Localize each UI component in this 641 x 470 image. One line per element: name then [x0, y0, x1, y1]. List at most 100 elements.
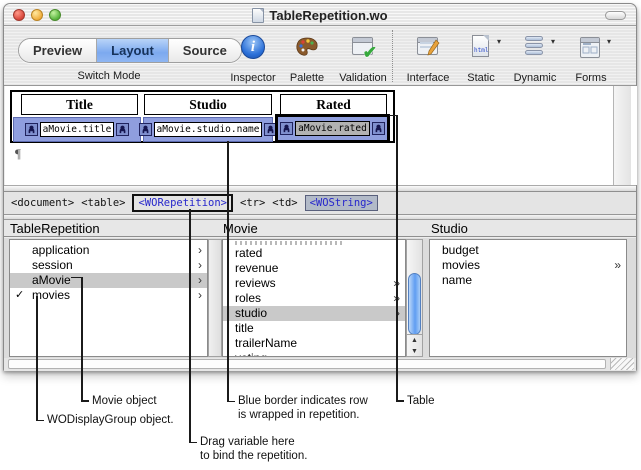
- callout-line-drag-variable: [189, 442, 197, 444]
- binding-person-icon: [139, 123, 152, 136]
- validation-button[interactable]: ✔ Validation: [333, 32, 393, 84]
- callout-label-table: Table: [407, 395, 435, 409]
- binding-person-icon: [25, 123, 38, 136]
- chevron-right-icon: ›: [198, 288, 202, 303]
- callout-line-blue-border: [227, 401, 235, 403]
- toolbar-separator: [392, 30, 393, 82]
- browser-header-band: TableRepetition Movie Studio: [4, 220, 636, 237]
- object-browser: application› session› aMovie› ✓movies› r…: [4, 238, 636, 358]
- list-item[interactable]: application›: [10, 243, 207, 258]
- list-item-selected[interactable]: studio›: [223, 306, 405, 321]
- binding-person-icon: [116, 123, 129, 136]
- palette-button[interactable]: Palette: [284, 32, 330, 84]
- chevron-right-icon: ›: [198, 243, 202, 258]
- window-title: TableRepetition.wo: [269, 8, 387, 23]
- app-window: TableRepetition.wo Preview Layout Source…: [3, 3, 637, 371]
- tab-preview[interactable]: Preview: [19, 39, 96, 62]
- html-table-element[interactable]: Title Studio Rated aMovie.title aMovie.s…: [10, 90, 395, 143]
- table-header-cell[interactable]: Studio: [144, 94, 272, 115]
- screenshot-stage: TableRepetition.wo Preview Layout Source…: [0, 0, 641, 470]
- chevron-down-icon: ▾: [551, 37, 555, 46]
- chevron-right-icon: ›: [198, 273, 202, 288]
- path-item-td[interactable]: <td>: [272, 197, 297, 209]
- layout-editor-pane[interactable]: Title Studio Rated aMovie.title aMovie.s…: [5, 86, 637, 185]
- movie-column-scrollbar[interactable]: ▲ ▼: [406, 239, 423, 357]
- dynamic-button[interactable]: ▾ Dynamic: [508, 32, 562, 84]
- switch-mode-segmented-control: Preview Layout Source: [18, 38, 242, 63]
- list-item[interactable]: rated: [223, 246, 405, 261]
- list-item[interactable]: ✓movies›: [10, 288, 207, 303]
- list-item[interactable]: trailerName: [223, 336, 405, 351]
- splitter[interactable]: [4, 185, 636, 192]
- horizontal-scrollbar-track[interactable]: [8, 359, 606, 369]
- element-path-bar: <document> <table> <WORepetition> <tr> <…: [4, 192, 636, 215]
- path-item-document[interactable]: <document>: [11, 197, 74, 209]
- checkmark-icon: ✓: [15, 288, 24, 303]
- binding-person-icon: [280, 122, 293, 135]
- callout-line-wodisplaygroup: [36, 296, 38, 421]
- forms-button[interactable]: ▾ Forms: [567, 32, 615, 84]
- switch-mode-label: Switch Mode: [18, 70, 200, 82]
- scroll-down-icon[interactable]: ▼: [407, 346, 422, 357]
- callout-label-drag-variable: Drag variable here to bind the repetitio…: [200, 436, 307, 463]
- callout-label-blue-border: Blue border indicates row is wrapped in …: [238, 395, 368, 422]
- validation-icon: ✔: [350, 34, 376, 60]
- interface-button[interactable]: Interface: [400, 32, 456, 84]
- title-bar[interactable]: TableRepetition.wo: [4, 4, 636, 26]
- callout-label-movie-object: Movie object: [92, 395, 157, 409]
- wostring-cell-rated-selected[interactable]: aMovie.rated: [275, 114, 390, 143]
- binding-value[interactable]: aMovie.rated: [295, 121, 370, 136]
- list-item[interactable]: title: [223, 321, 405, 336]
- layout-pane-scrollbar[interactable]: [613, 86, 631, 185]
- interface-icon: [415, 34, 441, 60]
- inspector-button[interactable]: i Inspector: [225, 32, 281, 84]
- browser-column-tablerepetition: application› session› aMovie› ✓movies›: [9, 239, 208, 357]
- list-item-selected[interactable]: aMovie›: [10, 273, 207, 288]
- path-item-tr[interactable]: <tr>: [240, 197, 265, 209]
- browser-column-header: Studio: [431, 221, 468, 236]
- bottom-bar: [4, 358, 636, 371]
- list-item[interactable]: budget: [430, 243, 626, 258]
- toolbar-toggle-button[interactable]: [605, 11, 626, 20]
- callout-line-movie-object: [81, 400, 89, 402]
- callout-line-movie-object: [81, 277, 83, 402]
- callout-line-table: [396, 115, 398, 402]
- wostring-cell-studio[interactable]: aMovie.studio.name: [143, 117, 273, 142]
- path-item-wostring[interactable]: <WOString>: [305, 195, 378, 211]
- list-item[interactable]: name: [430, 273, 626, 288]
- double-chevron-icon: »: [614, 258, 621, 273]
- static-icon: html ▾: [468, 34, 494, 60]
- column-scrollbar-track[interactable]: [208, 239, 222, 357]
- list-item[interactable]: movies»: [430, 258, 626, 273]
- scrollbar-thumb[interactable]: [408, 273, 421, 335]
- wostring-cell-title[interactable]: aMovie.title: [13, 117, 141, 142]
- binding-value[interactable]: aMovie.studio.name: [154, 122, 263, 137]
- chevron-right-icon: ›: [198, 258, 202, 273]
- list-item[interactable]: session›: [10, 258, 207, 273]
- path-item-table[interactable]: <table>: [81, 197, 125, 209]
- list-item[interactable]: voting›: [223, 351, 405, 357]
- inspector-icon: i: [241, 35, 265, 59]
- paragraph-mark: ¶: [15, 146, 21, 162]
- browser-column-header: TableRepetition: [10, 221, 100, 236]
- table-header-cell[interactable]: Rated: [280, 94, 387, 115]
- path-item-worepetition[interactable]: <WORepetition>: [132, 194, 233, 212]
- document-icon: [252, 8, 264, 23]
- scroll-up-icon[interactable]: ▲: [407, 335, 422, 346]
- clipped-row: [235, 241, 345, 245]
- list-item[interactable]: reviews»: [223, 276, 405, 291]
- chevron-down-icon: ▾: [497, 37, 501, 46]
- chevron-down-icon: ▾: [607, 37, 611, 46]
- tab-layout[interactable]: Layout: [96, 39, 168, 62]
- list-item[interactable]: revenue: [223, 261, 405, 276]
- resize-grip[interactable]: [610, 358, 634, 370]
- palette-icon: [294, 34, 320, 60]
- static-button[interactable]: html ▾ Static: [459, 32, 503, 84]
- binding-value[interactable]: aMovie.title: [40, 122, 115, 137]
- dynamic-icon: ▾: [522, 34, 548, 60]
- browser-column-studio: budget movies» name: [429, 239, 627, 357]
- browser-column-movie: rated revenue reviews» roles» studio› ti…: [222, 239, 406, 357]
- toolbar: Preview Layout Source Switch Mode i Insp…: [4, 26, 636, 86]
- table-header-cell[interactable]: Title: [21, 94, 138, 115]
- list-item[interactable]: roles»: [223, 291, 405, 306]
